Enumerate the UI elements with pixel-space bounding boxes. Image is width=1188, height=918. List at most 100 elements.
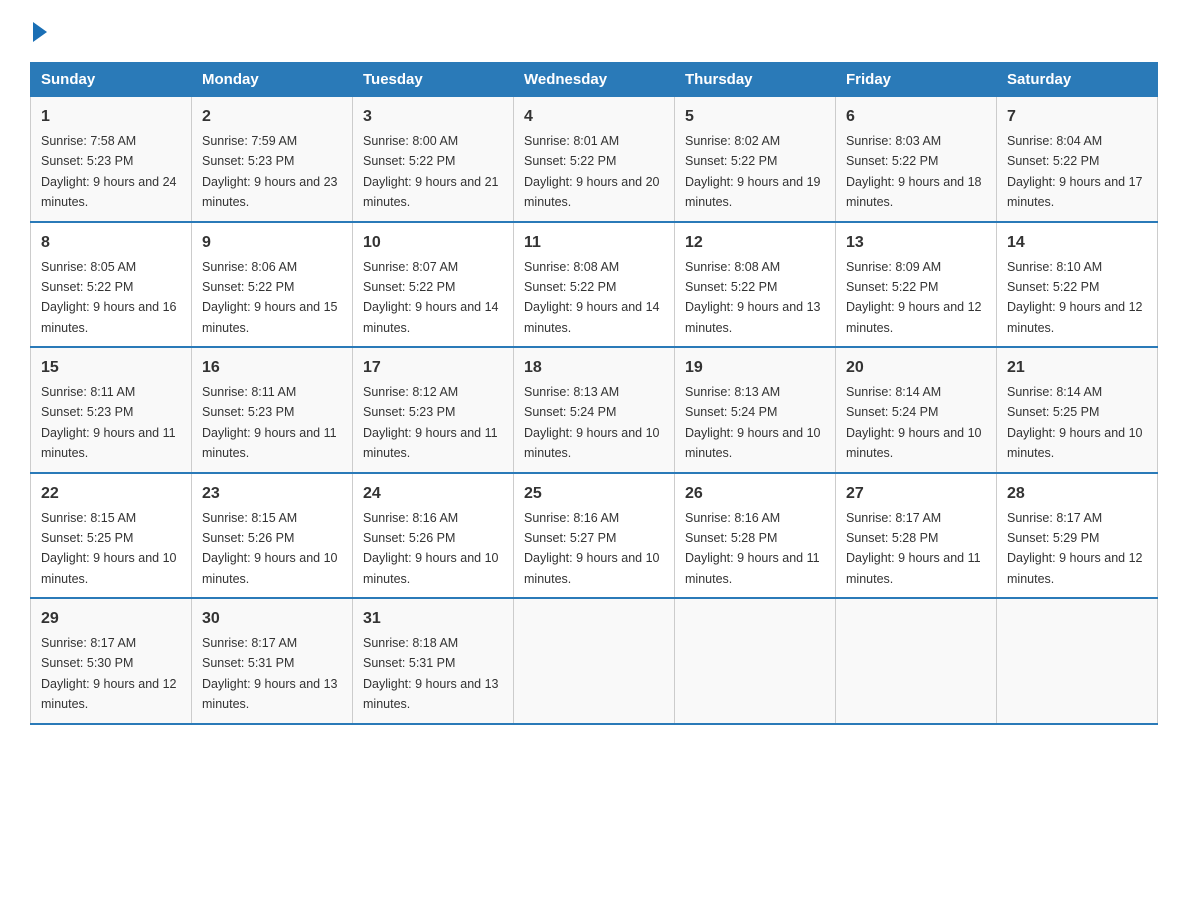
day-number: 1 bbox=[41, 105, 181, 129]
calendar-day-cell: 3 Sunrise: 8:00 AMSunset: 5:22 PMDayligh… bbox=[353, 97, 514, 222]
header-wednesday: Wednesday bbox=[514, 63, 675, 97]
header bbox=[30, 20, 1158, 42]
day-number: 24 bbox=[363, 482, 503, 506]
header-sunday: Sunday bbox=[31, 63, 192, 97]
day-info: Sunrise: 8:15 AMSunset: 5:25 PMDaylight:… bbox=[41, 511, 177, 586]
day-number: 18 bbox=[524, 356, 664, 380]
calendar-table: SundayMondayTuesdayWednesdayThursdayFrid… bbox=[30, 62, 1158, 725]
day-number: 19 bbox=[685, 356, 825, 380]
calendar-day-cell: 7 Sunrise: 8:04 AMSunset: 5:22 PMDayligh… bbox=[997, 97, 1158, 222]
day-number: 21 bbox=[1007, 356, 1147, 380]
day-info: Sunrise: 8:02 AMSunset: 5:22 PMDaylight:… bbox=[685, 134, 821, 209]
day-number: 30 bbox=[202, 607, 342, 631]
day-info: Sunrise: 8:13 AMSunset: 5:24 PMDaylight:… bbox=[524, 385, 660, 460]
day-info: Sunrise: 8:17 AMSunset: 5:30 PMDaylight:… bbox=[41, 636, 177, 711]
calendar-day-cell: 28 Sunrise: 8:17 AMSunset: 5:29 PMDaylig… bbox=[997, 473, 1158, 599]
day-info: Sunrise: 8:17 AMSunset: 5:31 PMDaylight:… bbox=[202, 636, 338, 711]
day-number: 31 bbox=[363, 607, 503, 631]
day-number: 14 bbox=[1007, 231, 1147, 255]
calendar-day-cell bbox=[675, 598, 836, 724]
calendar-day-cell: 25 Sunrise: 8:16 AMSunset: 5:27 PMDaylig… bbox=[514, 473, 675, 599]
day-info: Sunrise: 8:17 AMSunset: 5:29 PMDaylight:… bbox=[1007, 511, 1143, 586]
day-info: Sunrise: 8:18 AMSunset: 5:31 PMDaylight:… bbox=[363, 636, 499, 711]
calendar-day-cell: 22 Sunrise: 8:15 AMSunset: 5:25 PMDaylig… bbox=[31, 473, 192, 599]
day-info: Sunrise: 7:58 AMSunset: 5:23 PMDaylight:… bbox=[41, 134, 177, 209]
day-info: Sunrise: 8:11 AMSunset: 5:23 PMDaylight:… bbox=[41, 385, 176, 460]
day-info: Sunrise: 8:12 AMSunset: 5:23 PMDaylight:… bbox=[363, 385, 498, 460]
day-number: 20 bbox=[846, 356, 986, 380]
day-info: Sunrise: 7:59 AMSunset: 5:23 PMDaylight:… bbox=[202, 134, 338, 209]
calendar-day-cell: 4 Sunrise: 8:01 AMSunset: 5:22 PMDayligh… bbox=[514, 97, 675, 222]
day-info: Sunrise: 8:07 AMSunset: 5:22 PMDaylight:… bbox=[363, 260, 499, 335]
day-number: 2 bbox=[202, 105, 342, 129]
calendar-day-cell: 5 Sunrise: 8:02 AMSunset: 5:22 PMDayligh… bbox=[675, 97, 836, 222]
calendar-day-cell: 2 Sunrise: 7:59 AMSunset: 5:23 PMDayligh… bbox=[192, 97, 353, 222]
day-number: 6 bbox=[846, 105, 986, 129]
day-info: Sunrise: 8:05 AMSunset: 5:22 PMDaylight:… bbox=[41, 260, 177, 335]
day-info: Sunrise: 8:08 AMSunset: 5:22 PMDaylight:… bbox=[524, 260, 660, 335]
day-number: 26 bbox=[685, 482, 825, 506]
calendar-week-row: 8 Sunrise: 8:05 AMSunset: 5:22 PMDayligh… bbox=[31, 222, 1158, 348]
day-number: 17 bbox=[363, 356, 503, 380]
calendar-day-cell: 9 Sunrise: 8:06 AMSunset: 5:22 PMDayligh… bbox=[192, 222, 353, 348]
calendar-day-cell: 6 Sunrise: 8:03 AMSunset: 5:22 PMDayligh… bbox=[836, 97, 997, 222]
day-number: 15 bbox=[41, 356, 181, 380]
day-number: 23 bbox=[202, 482, 342, 506]
calendar-day-cell: 19 Sunrise: 8:13 AMSunset: 5:24 PMDaylig… bbox=[675, 347, 836, 473]
header-saturday: Saturday bbox=[997, 63, 1158, 97]
header-friday: Friday bbox=[836, 63, 997, 97]
day-info: Sunrise: 8:03 AMSunset: 5:22 PMDaylight:… bbox=[846, 134, 982, 209]
day-info: Sunrise: 8:14 AMSunset: 5:24 PMDaylight:… bbox=[846, 385, 982, 460]
calendar-day-cell: 27 Sunrise: 8:17 AMSunset: 5:28 PMDaylig… bbox=[836, 473, 997, 599]
calendar-day-cell bbox=[997, 598, 1158, 724]
day-number: 7 bbox=[1007, 105, 1147, 129]
calendar-header-row: SundayMondayTuesdayWednesdayThursdayFrid… bbox=[31, 63, 1158, 97]
calendar-day-cell: 23 Sunrise: 8:15 AMSunset: 5:26 PMDaylig… bbox=[192, 473, 353, 599]
day-number: 11 bbox=[524, 231, 664, 255]
calendar-day-cell bbox=[836, 598, 997, 724]
calendar-day-cell bbox=[514, 598, 675, 724]
calendar-day-cell: 1 Sunrise: 7:58 AMSunset: 5:23 PMDayligh… bbox=[31, 97, 192, 222]
calendar-day-cell: 15 Sunrise: 8:11 AMSunset: 5:23 PMDaylig… bbox=[31, 347, 192, 473]
day-number: 28 bbox=[1007, 482, 1147, 506]
day-number: 10 bbox=[363, 231, 503, 255]
calendar-day-cell: 13 Sunrise: 8:09 AMSunset: 5:22 PMDaylig… bbox=[836, 222, 997, 348]
day-number: 29 bbox=[41, 607, 181, 631]
logo-arrow-icon bbox=[33, 22, 47, 42]
day-number: 13 bbox=[846, 231, 986, 255]
day-number: 16 bbox=[202, 356, 342, 380]
calendar-day-cell: 18 Sunrise: 8:13 AMSunset: 5:24 PMDaylig… bbox=[514, 347, 675, 473]
day-info: Sunrise: 8:01 AMSunset: 5:22 PMDaylight:… bbox=[524, 134, 660, 209]
day-info: Sunrise: 8:08 AMSunset: 5:22 PMDaylight:… bbox=[685, 260, 821, 335]
calendar-day-cell: 16 Sunrise: 8:11 AMSunset: 5:23 PMDaylig… bbox=[192, 347, 353, 473]
day-number: 12 bbox=[685, 231, 825, 255]
day-info: Sunrise: 8:14 AMSunset: 5:25 PMDaylight:… bbox=[1007, 385, 1143, 460]
header-thursday: Thursday bbox=[675, 63, 836, 97]
calendar-day-cell: 14 Sunrise: 8:10 AMSunset: 5:22 PMDaylig… bbox=[997, 222, 1158, 348]
day-info: Sunrise: 8:16 AMSunset: 5:28 PMDaylight:… bbox=[685, 511, 820, 586]
day-info: Sunrise: 8:10 AMSunset: 5:22 PMDaylight:… bbox=[1007, 260, 1143, 335]
calendar-week-row: 1 Sunrise: 7:58 AMSunset: 5:23 PMDayligh… bbox=[31, 97, 1158, 222]
day-info: Sunrise: 8:16 AMSunset: 5:26 PMDaylight:… bbox=[363, 511, 499, 586]
logo bbox=[30, 20, 47, 42]
day-info: Sunrise: 8:16 AMSunset: 5:27 PMDaylight:… bbox=[524, 511, 660, 586]
calendar-day-cell: 26 Sunrise: 8:16 AMSunset: 5:28 PMDaylig… bbox=[675, 473, 836, 599]
day-number: 5 bbox=[685, 105, 825, 129]
day-number: 8 bbox=[41, 231, 181, 255]
day-info: Sunrise: 8:04 AMSunset: 5:22 PMDaylight:… bbox=[1007, 134, 1143, 209]
day-number: 3 bbox=[363, 105, 503, 129]
calendar-day-cell: 31 Sunrise: 8:18 AMSunset: 5:31 PMDaylig… bbox=[353, 598, 514, 724]
calendar-day-cell: 11 Sunrise: 8:08 AMSunset: 5:22 PMDaylig… bbox=[514, 222, 675, 348]
calendar-day-cell: 21 Sunrise: 8:14 AMSunset: 5:25 PMDaylig… bbox=[997, 347, 1158, 473]
day-info: Sunrise: 8:15 AMSunset: 5:26 PMDaylight:… bbox=[202, 511, 338, 586]
calendar-day-cell: 30 Sunrise: 8:17 AMSunset: 5:31 PMDaylig… bbox=[192, 598, 353, 724]
calendar-day-cell: 12 Sunrise: 8:08 AMSunset: 5:22 PMDaylig… bbox=[675, 222, 836, 348]
day-info: Sunrise: 8:13 AMSunset: 5:24 PMDaylight:… bbox=[685, 385, 821, 460]
calendar-day-cell: 20 Sunrise: 8:14 AMSunset: 5:24 PMDaylig… bbox=[836, 347, 997, 473]
calendar-day-cell: 8 Sunrise: 8:05 AMSunset: 5:22 PMDayligh… bbox=[31, 222, 192, 348]
day-number: 4 bbox=[524, 105, 664, 129]
calendar-day-cell: 29 Sunrise: 8:17 AMSunset: 5:30 PMDaylig… bbox=[31, 598, 192, 724]
day-number: 22 bbox=[41, 482, 181, 506]
day-number: 9 bbox=[202, 231, 342, 255]
header-tuesday: Tuesday bbox=[353, 63, 514, 97]
